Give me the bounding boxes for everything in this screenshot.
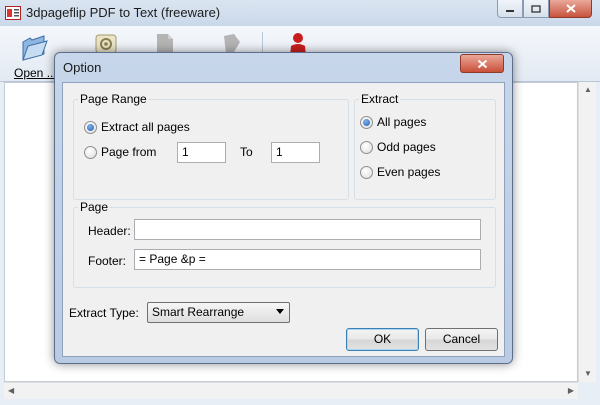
document-icon xyxy=(157,34,173,54)
extract-type-dropdown[interactable]: Smart Rearrange xyxy=(147,302,290,323)
open-button-label: Open ... xyxy=(14,66,57,80)
ok-button[interactable]: OK xyxy=(346,328,419,351)
even-pages-radio[interactable]: Even pages xyxy=(360,165,440,179)
radio-indicator[interactable] xyxy=(84,120,97,134)
scroll-down-icon[interactable]: ▼ xyxy=(584,370,592,378)
all-pages-radio[interactable]: All pages xyxy=(360,115,426,129)
page-to-input[interactable]: 1 xyxy=(271,142,320,163)
maximize-button[interactable] xyxy=(523,0,549,18)
footer-label: Footer: xyxy=(88,254,127,268)
dialog-close-button[interactable] xyxy=(460,54,504,73)
radio-indicator[interactable] xyxy=(360,140,373,154)
odd-pages-radio[interactable]: Odd pages xyxy=(360,140,436,154)
export-icon xyxy=(224,34,240,54)
extract-all-pages-radio[interactable]: Extract all pages xyxy=(84,120,190,134)
restore-icon xyxy=(531,4,541,13)
open-button[interactable]: Open ... xyxy=(12,32,57,80)
page-range-group: Page Range Extract all pages Page from 1… xyxy=(73,92,349,200)
radio-indicator[interactable] xyxy=(360,165,373,179)
close-icon xyxy=(565,4,576,13)
scroll-left-icon[interactable]: ◀ xyxy=(8,387,14,395)
close-icon xyxy=(477,59,487,68)
folder-open-icon xyxy=(22,35,48,61)
all-pages-label: All pages xyxy=(377,115,427,129)
app-titlebar: 3dpageflip PDF to Text (freeware) xyxy=(0,0,600,26)
option-dialog: Option Page Range Extract all pages Page… xyxy=(54,52,513,364)
extract-all-pages-label: Extract all pages xyxy=(101,120,190,134)
extract-legend: Extract xyxy=(361,92,399,106)
page-range-legend: Page Range xyxy=(80,92,147,106)
radio-indicator[interactable] xyxy=(360,115,373,129)
extract-type-value: Smart Rearrange xyxy=(152,305,245,319)
vertical-scrollbar[interactable]: ▲ ▼ xyxy=(578,82,596,382)
scroll-up-icon[interactable]: ▲ xyxy=(584,86,592,94)
cancel-button[interactable]: Cancel xyxy=(425,328,498,351)
footer-input[interactable]: = Page &p = xyxy=(134,249,481,270)
minimize-icon xyxy=(506,9,514,12)
dialog-title: Option xyxy=(63,60,102,75)
extract-group: Extract All pages Odd pages Even pages xyxy=(354,92,496,200)
close-button[interactable] xyxy=(549,0,592,18)
horizontal-scrollbar[interactable]: ◀ ▶ xyxy=(4,382,578,399)
extract-type-label: Extract Type: xyxy=(69,306,139,320)
app-title: 3dpageflip PDF to Text (freeware) xyxy=(26,5,221,20)
dialog-body: Page Range Extract all pages Page from 1… xyxy=(62,82,505,357)
odd-pages-label: Odd pages xyxy=(377,140,436,154)
header-input[interactable] xyxy=(134,219,481,240)
app-logo-icon xyxy=(5,6,21,20)
page-legend: Page xyxy=(80,200,109,214)
to-label: To xyxy=(240,145,253,159)
page-from-radio[interactable]: Page from xyxy=(84,145,156,159)
scroll-right-icon[interactable]: ▶ xyxy=(568,387,574,395)
header-label: Header: xyxy=(88,224,131,238)
even-pages-label: Even pages xyxy=(377,165,441,179)
chevron-down-icon xyxy=(276,309,284,314)
minimize-button[interactable] xyxy=(497,0,523,18)
page-group: Page Header: Footer: = Page &p = xyxy=(73,200,496,288)
radio-indicator[interactable] xyxy=(84,145,97,159)
page-from-input[interactable]: 1 xyxy=(177,142,226,163)
page-from-label: Page from xyxy=(101,145,157,159)
